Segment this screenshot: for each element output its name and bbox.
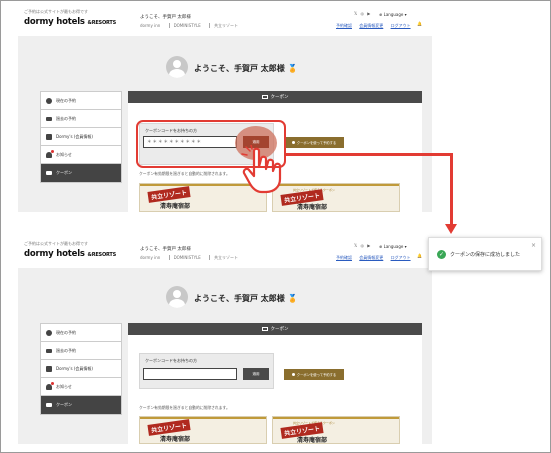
medal-icon: 🏅 [287, 64, 298, 73]
link-reservation-check[interactable]: 予約確認 [336, 255, 352, 260]
ticket-icon [46, 403, 52, 407]
x-icon[interactable]: 𝕏 [354, 11, 357, 16]
nav-doministyle[interactable]: DOMINISTYLE [168, 23, 201, 28]
sidebar-menu: 現在の予約 過去の予約 Dormy's (会員情報) お知らせ クーポン [40, 91, 122, 183]
header-links: 予約確認 会員情報変更 ログアウト [336, 23, 417, 29]
medal-icon: 🏅 [287, 294, 298, 303]
circle-icon [46, 97, 52, 104]
banner-title: 清寿庵宿部 [297, 204, 328, 211]
ticket-icon [261, 327, 268, 331]
link-member-info[interactable]: 会員情報変更 [359, 255, 383, 260]
connector-line-horizontal [284, 153, 452, 156]
menu-item-notices[interactable]: お知らせ [41, 378, 121, 396]
header-tagline: ご予約は公式サイトが最もお得です [24, 241, 88, 246]
menu-item-member-info[interactable]: Dormy's (会員情報) [41, 128, 121, 146]
bell-icon [46, 381, 54, 390]
notification-bell-icon[interactable]: 🔔 [417, 21, 422, 26]
use-coupon-button[interactable]: クーポンを使って予約する [284, 137, 344, 148]
coupon-expiry-note: クーポン有効期限を過ぎると自動的に削除されます。 [139, 171, 230, 176]
menu-item-current-reservations[interactable]: 現在の予約 [41, 324, 121, 342]
coupon-banner-2[interactable]: 共立リゾートで使えるクーポン 共立リゾート 清寿庵宿部 [272, 416, 400, 444]
menu-item-coupon[interactable]: クーポン [41, 396, 121, 414]
coupon-code-label: クーポンコードをお持ちの方 [145, 358, 197, 363]
nav-kyoritsu[interactable]: 共立リゾート [209, 23, 239, 28]
header-links: 予約確認 会員情報変更 ログアウト [336, 255, 417, 261]
language-select[interactable]: ⊕ Language ▾ [379, 12, 407, 17]
youtube-icon[interactable]: ▶ [367, 11, 370, 16]
success-toast: ✓ クーポンの保存に成功しました × [428, 237, 542, 271]
nav-dormy-inn[interactable]: dormy inn [140, 23, 160, 28]
site-logo[interactable]: dormy hotels &RESORTS [24, 17, 116, 27]
youtube-icon[interactable]: ▶ [367, 243, 370, 248]
header-nav: dormy inn DOMINISTYLE 共立リゾート [140, 255, 245, 261]
link-reservation-check[interactable]: 予約確認 [336, 23, 352, 28]
x-icon[interactable]: 𝕏 [354, 243, 357, 248]
menu-item-current-reservations[interactable]: 現在の予約 [41, 92, 121, 110]
header-user-greeting: ようこそ、手賀戸 太郎様 [140, 15, 191, 20]
bed-icon [46, 348, 52, 353]
coupon-expiry-note: クーポン有効期限を過ぎると自動的に削除されます。 [139, 405, 230, 410]
header-tagline: ご予約は公式サイトが最もお得です [24, 9, 88, 14]
toast-message: クーポンの保存に成功しました [450, 251, 521, 258]
apply-button[interactable]: 適用 [243, 368, 269, 380]
connector-line-vertical [450, 153, 453, 226]
arrow-down-icon [445, 224, 457, 234]
link-member-info[interactable]: 会員情報変更 [359, 23, 383, 28]
link-logout[interactable]: ログアウト [391, 23, 411, 28]
bed-icon [46, 116, 52, 121]
menu-item-past-reservations[interactable]: 過去の予約 [41, 342, 121, 360]
nav-dormy-inn[interactable]: dormy inn [140, 255, 160, 260]
ticket-icon [261, 95, 268, 99]
bell-icon [46, 149, 54, 158]
screenshot-after: ご予約は公式サイトが最もお得です dormy hotels &RESORTS よ… [18, 238, 432, 444]
instagram-icon[interactable]: ◎ [361, 11, 365, 16]
language-select[interactable]: ⊕ Language ▾ [379, 244, 407, 249]
nav-kyoritsu[interactable]: 共立リゾート [209, 255, 239, 260]
coupon-code-input[interactable] [143, 368, 237, 380]
social-icons: 𝕏 ◎ ▶ [354, 11, 370, 16]
avatar [166, 286, 188, 308]
close-icon[interactable]: × [531, 242, 536, 249]
avatar [166, 56, 188, 78]
menu-item-coupon[interactable]: クーポン [41, 164, 121, 182]
coupon-panel-header: クーポン [128, 91, 422, 103]
screenshot-before: ご予約は公式サイトが最もお得です dormy hotels &RESORTS よ… [18, 6, 432, 212]
coupon-box-highlight [136, 120, 286, 168]
nav-doministyle[interactable]: DOMINISTYLE [168, 255, 201, 260]
sidebar-menu: 現在の予約 過去の予約 Dormy's (会員情報) お知らせ クーポン [40, 323, 122, 415]
person-icon [46, 133, 52, 140]
header-nav: dormy inn DOMINISTYLE 共立リゾート [140, 23, 245, 29]
menu-item-past-reservations[interactable]: 過去の予約 [41, 110, 121, 128]
social-icons: 𝕏 ◎ ▶ [354, 243, 370, 248]
use-coupon-button[interactable]: クーポンを使って予約する [284, 369, 344, 380]
menu-item-member-info[interactable]: Dormy's (会員情報) [41, 360, 121, 378]
header-user-greeting: ようこそ、手賀戸 太郎様 [140, 247, 191, 252]
person-icon [46, 365, 52, 372]
welcome-text: ようこそ、手賀戸 太郎様 🏅 [194, 294, 298, 303]
site-logo[interactable]: dormy hotels &RESORTS [24, 249, 116, 259]
banner-title: 清寿庵宿部 [160, 436, 191, 443]
coupon-banner-1[interactable]: 共立リゾート 清寿庵宿部 [139, 416, 267, 444]
link-logout[interactable]: ログアウト [391, 255, 411, 260]
menu-item-notices[interactable]: お知らせ [41, 146, 121, 164]
banner-title: 清寿庵宿部 [297, 437, 328, 444]
banner-title: 清寿庵宿部 [160, 203, 191, 210]
coupon-panel-header: クーポン [128, 323, 422, 335]
circle-icon [46, 329, 52, 336]
instagram-icon[interactable]: ◎ [361, 243, 365, 248]
ticket-icon [46, 171, 52, 175]
notification-bell-icon[interactable]: 🔔 [417, 253, 422, 258]
welcome-text: ようこそ、手賀戸 太郎様 🏅 [194, 64, 298, 73]
check-circle-icon: ✓ [437, 249, 446, 259]
coupon-banner-2[interactable]: 共立リゾートで使えるクーポン 共立リゾート 清寿庵宿部 [272, 183, 400, 212]
